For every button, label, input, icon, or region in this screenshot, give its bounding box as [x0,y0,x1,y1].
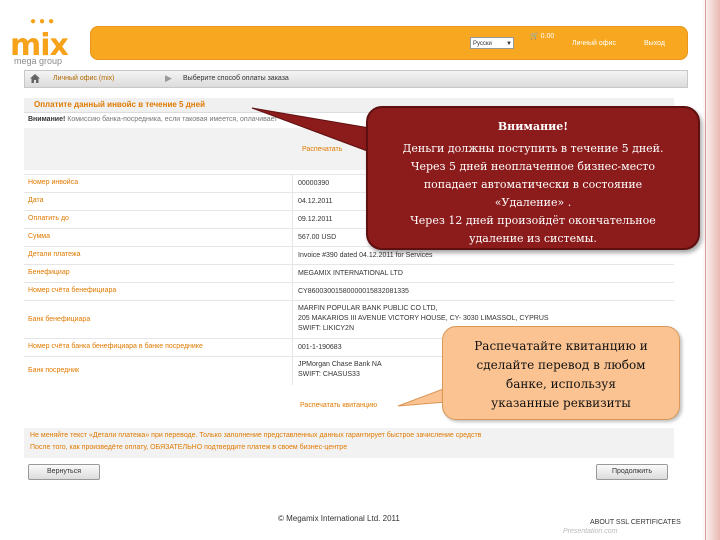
callout-line: сделайте перевод в любом [476,358,646,372]
callout-body: Деньги должны поступить в течение 5 дней… [372,140,694,248]
warning-callout: Внимание! Деньги должны поступить в тече… [366,106,700,250]
print-callout: Распечатайте квитанцию и сделайте перево… [442,326,680,420]
callout-line: Через 12 дней произойдёт окончательное [410,214,656,227]
callout-line: «Удаление» . [494,196,572,209]
orange-callout-pointer [397,387,447,407]
callout-line: Распечатайте квитанцию и [474,339,648,353]
callout-line: указанные реквизиты [491,396,631,410]
callout-title: Внимание! [497,120,569,133]
red-callout-pointer [251,107,371,153]
callout-line: попадает автоматически в состояние [423,178,643,191]
callout-line: удаление из системы. [469,232,597,245]
callout-line: Деньги должны поступить в течение 5 дней… [402,142,664,155]
callout-pointers [251,107,447,407]
callout-line: Через 5 дней неоплаченное бизнес-место [410,160,656,173]
callout-body: Распечатайте квитанцию и сделайте перево… [447,337,675,413]
page: ●●● mix mega group Русски ▼ 🛒 0.00 Личны… [0,0,720,540]
callout-line: банке, используя [506,377,616,391]
